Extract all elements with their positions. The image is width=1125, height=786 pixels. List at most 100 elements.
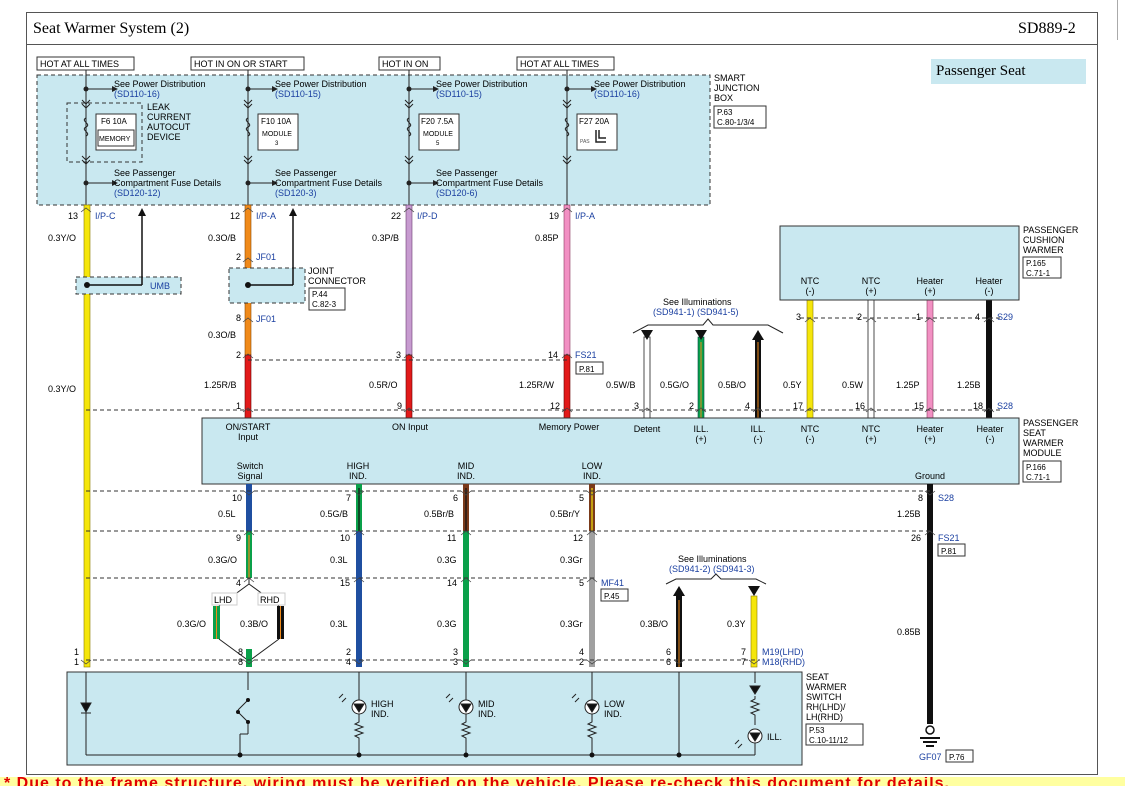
wire-label: 0.5B/O (718, 380, 746, 390)
see-fuse-ref: (SD120-6) (436, 188, 478, 198)
module-pin-label: Ground (915, 471, 945, 481)
joint-line: CONNECTOR (308, 276, 366, 286)
module-pin-label: IND. (349, 471, 367, 481)
led-label: IND. (478, 709, 496, 719)
conn: FS21 (575, 350, 597, 360)
pin: 7 (346, 493, 351, 503)
module-pin-label: (+) (695, 434, 706, 444)
wire-label: 1.25R/W (519, 380, 555, 390)
module-line: MODULE (1023, 448, 1062, 458)
conn: I/P-D (417, 211, 438, 221)
pin: 4 (346, 657, 351, 667)
pin: 8 (238, 647, 243, 657)
cushion-pin: Heater (916, 276, 943, 286)
module-label: PASSENGER SEAT WARMER MODULE P.166 C.71-… (1022, 418, 1079, 483)
module-ref: C.71-1 (1026, 473, 1051, 482)
pin: 2 (236, 252, 241, 262)
ground-symbol: GF07 P.76 (919, 725, 974, 763)
wire-label: 0.3G (437, 555, 457, 565)
wire-label: 0.3G/O (177, 619, 206, 629)
module-pin-label: MID (458, 461, 475, 471)
see-power-ref: (SD110-15) (275, 89, 321, 99)
bottom-connectors: S28 FS21 MF41 (601, 493, 960, 588)
sjb-line: JUNCTION (714, 83, 760, 93)
wire-label: 1.25B (957, 380, 981, 390)
supply-labels: HOT AT ALL TIMES HOT IN ON OR START HOT … (36, 56, 615, 71)
wire-label: 1.25R/B (204, 380, 237, 390)
module-pin-label: Heater (976, 424, 1003, 434)
illum-text: See Illuminations (678, 554, 747, 564)
cushion-line: PASSENGER (1023, 225, 1079, 235)
led-label: IND. (371, 709, 389, 719)
wire-label: 0.3Y/O (48, 233, 76, 243)
wire-label: 0.3P/B (372, 233, 399, 243)
jf-label: JF01 (256, 314, 276, 324)
pin: 3 (453, 647, 458, 657)
footer-note: * Due to the frame structure, wiring mus… (0, 777, 1125, 786)
wire-red (405, 354, 413, 419)
pin: 8 (918, 493, 923, 503)
pin: 3 (634, 401, 639, 411)
conn: I/P-C (95, 211, 116, 221)
pin: 17 (793, 401, 803, 411)
cushion-pin: (-) (985, 286, 994, 296)
led-label: HIGH (371, 699, 394, 709)
module-pin-label: Signal (237, 471, 262, 481)
cushion-num: 2 (857, 312, 862, 322)
module-pin-label: (-) (986, 434, 995, 444)
pin: 5 (579, 578, 584, 588)
module-pin-label: Input (238, 432, 259, 442)
see-power-ref: (SD110-16) (594, 89, 640, 99)
wire-label: 0.3L (330, 619, 348, 629)
pin: 16 (855, 401, 865, 411)
pin: 11 (447, 533, 456, 543)
footer-text: * Due to the frame structure, wiring mus… (4, 777, 950, 786)
cushion-line: WARMER (1023, 245, 1064, 255)
switch-line: SEAT (806, 672, 829, 682)
module-line: PASSENGER (1023, 418, 1079, 428)
pin: 2 (346, 647, 351, 657)
conn: I/P-A (575, 211, 595, 221)
pin: 7 (741, 647, 746, 657)
fuse-label: F20 7.5A (421, 117, 454, 126)
module-line: SEAT (1023, 428, 1046, 438)
illum-ref: (SD941-2) (SD941-3) (669, 564, 755, 574)
module-pin-label: IND. (457, 471, 475, 481)
illum-ref: (SD941-1) (SD941-5) (653, 307, 739, 317)
bottom-wire-labels: 0.5L 0.5G/B 0.5Br/B 0.5Br/Y 1.25B 0.3G/O… (177, 509, 921, 637)
module-pin-label: HIGH (347, 461, 370, 471)
conn: FS21 (938, 533, 960, 543)
leak-line: LEAK (147, 102, 170, 112)
illum-text: See Illuminations (663, 297, 732, 307)
leak-line: CURRENT (147, 112, 192, 122)
switch-line: WARMER (806, 682, 847, 692)
led-label: IND. (604, 709, 622, 719)
switch-pins: 1 1 8 8 2 4 3 3 4 2 6 6 7 7 M19(LHD) M18… (74, 647, 805, 667)
pin: 10 (232, 493, 242, 503)
cushion-line: CUSHION (1023, 235, 1065, 245)
pin: 8 (238, 657, 243, 667)
seat-warmer-module (201, 417, 1020, 485)
pin: 12 (573, 533, 583, 543)
pin: 6 (666, 647, 671, 657)
wire-blue (356, 531, 362, 667)
joint-line: JOINT (308, 266, 335, 276)
led-label: LOW (604, 699, 625, 709)
see-fuse-ref: (SD120-3) (275, 188, 317, 198)
module-pin-label: NTC (862, 424, 881, 434)
module-pin-label: ILL. (750, 424, 765, 434)
wire-label: 0.5W (842, 380, 864, 390)
lhd-label: LHD (214, 595, 233, 605)
fuse-sub: MODULE (423, 131, 453, 138)
wiring-diagram: HOT AT ALL TIMES HOT IN ON OR START HOT … (36, 56, 1079, 766)
module-pin-label: (+) (924, 434, 935, 444)
module-ref: P.166 (1026, 463, 1046, 472)
pin: 2 (579, 657, 584, 667)
cushion-warmer-box (779, 225, 1020, 301)
conn: I/P-A (256, 211, 276, 221)
pin: 8 (236, 313, 241, 323)
cushion-pin: NTC (801, 276, 820, 286)
cushion-pin: Heater (975, 276, 1002, 286)
pin: 14 (447, 578, 457, 588)
wire-label: 1.25B (897, 509, 921, 519)
